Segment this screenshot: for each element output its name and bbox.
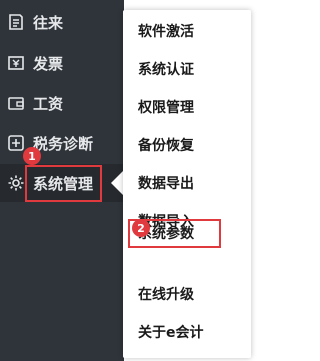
system-management-dropdown: 软件激活 系统认证 权限管理 备份恢复 数据导出 数据导入 系统参数 在线升级 …	[123, 10, 251, 358]
menu-item-system-certification[interactable]: 系统认证	[138, 58, 194, 82]
sidebar-item-label: 工资	[33, 94, 64, 113]
step-badge-1: 1	[23, 147, 41, 165]
sidebar: 往来 发票 工资 税务诊断 系统管理	[0, 0, 124, 361]
menu-item-backup-restore[interactable]: 备份恢复	[138, 134, 194, 158]
sidebar-item-tax-diagnosis[interactable]: 税务诊断	[0, 124, 124, 162]
sidebar-item-label: 系统管理	[33, 174, 94, 193]
invoice-icon	[7, 54, 25, 72]
menu-item-online-upgrade[interactable]: 在线升级	[138, 283, 194, 307]
wallet-icon	[7, 94, 25, 112]
sidebar-item-system-management[interactable]: 系统管理	[0, 164, 124, 202]
tax-diagnosis-icon	[7, 134, 25, 152]
sidebar-item-label: 往来	[33, 13, 64, 32]
menu-item-permission-management[interactable]: 权限管理	[138, 96, 194, 120]
menu-item-about[interactable]: 关于e会计	[138, 321, 204, 345]
menu-item-data-export[interactable]: 数据导出	[138, 172, 194, 196]
sidebar-item-contacts[interactable]: 往来	[0, 3, 124, 41]
sidebar-item-invoice[interactable]: 发票	[0, 44, 124, 82]
sidebar-item-label: 发票	[33, 54, 64, 73]
sidebar-item-salary[interactable]: 工资	[0, 84, 124, 122]
menu-item-software-activation[interactable]: 软件激活	[138, 20, 194, 44]
gear-icon	[7, 174, 25, 192]
contacts-icon	[7, 13, 25, 31]
sidebar-item-label: 税务诊断	[33, 134, 94, 153]
step-badge-2: 2	[132, 219, 150, 237]
